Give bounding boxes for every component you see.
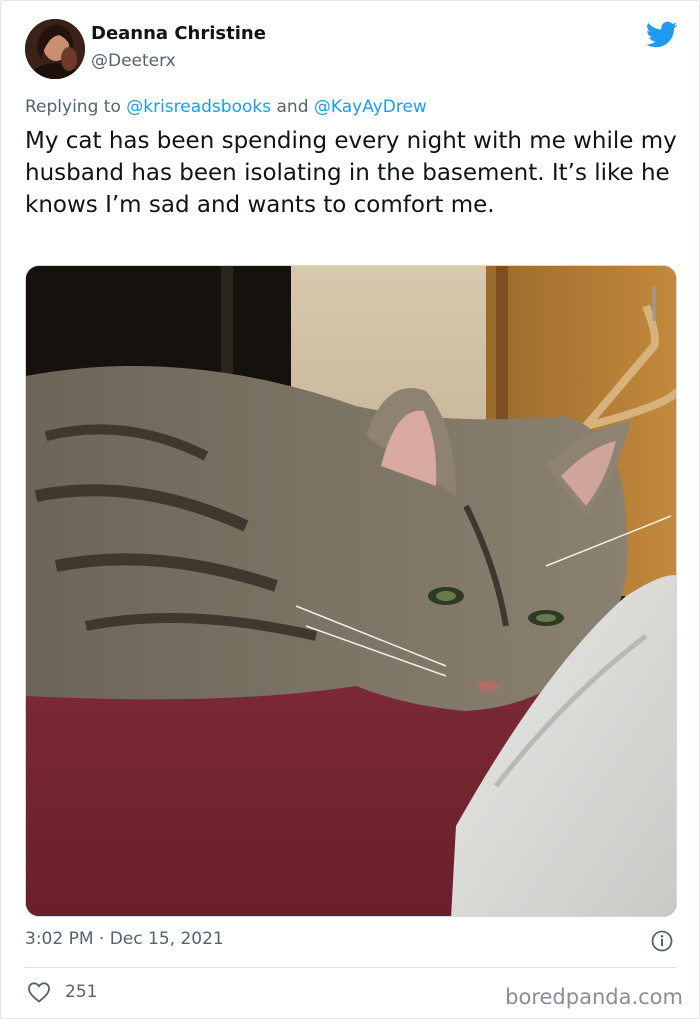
tweet-date: Dec 15, 2021 bbox=[109, 929, 224, 949]
tweet-timestamp[interactable]: 3:02 PM · Dec 15, 2021 bbox=[25, 929, 224, 949]
heart-icon[interactable] bbox=[27, 981, 51, 1003]
timestamp-separator: · bbox=[98, 929, 105, 949]
tweet-time: 3:02 PM bbox=[25, 929, 94, 949]
twitter-bird-icon[interactable] bbox=[646, 21, 678, 49]
info-icon[interactable] bbox=[651, 930, 673, 952]
watermark: boredpanda.com bbox=[505, 985, 683, 1009]
avatar[interactable] bbox=[25, 19, 85, 79]
divider bbox=[25, 967, 677, 968]
reply-and: and bbox=[276, 97, 309, 117]
author-handle[interactable]: @Deeterx bbox=[91, 51, 176, 71]
reply-context: Replying to @krisreadsbooks and @KayAyDr… bbox=[25, 97, 427, 117]
tweet-text: My cat has been spending every night wit… bbox=[25, 128, 677, 218]
avatar-image bbox=[25, 19, 85, 79]
reply-prefix: Replying to bbox=[25, 97, 121, 117]
author-name[interactable]: Deanna Christine bbox=[91, 23, 266, 44]
cat-photo bbox=[26, 266, 676, 916]
mention-kayaydrew[interactable]: @KayAyDrew bbox=[314, 97, 427, 117]
like-count: 251 bbox=[65, 982, 98, 1002]
mention-krisreadsbooks[interactable]: @krisreadsbooks bbox=[126, 97, 271, 117]
tweet-card: Deanna Christine @Deeterx Replying to @k… bbox=[0, 0, 700, 1019]
tweet-photo[interactable] bbox=[25, 265, 677, 917]
